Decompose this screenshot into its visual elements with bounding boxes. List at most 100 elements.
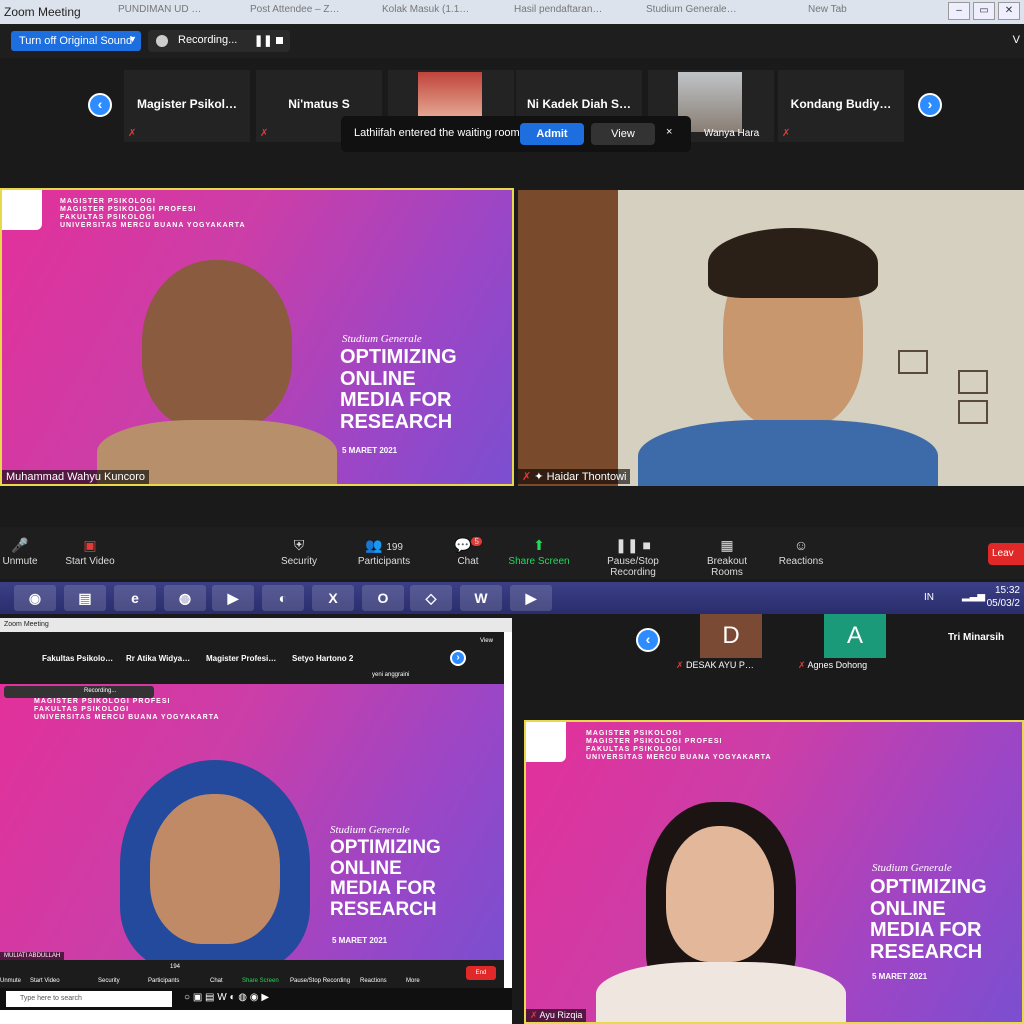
view-button[interactable]: View bbox=[480, 638, 493, 644]
close-icon[interactable]: × bbox=[666, 126, 672, 138]
clock-date: 05/03/2 bbox=[986, 598, 1020, 609]
wall-frame bbox=[898, 350, 928, 374]
mic-muted-icon: ✗ bbox=[128, 128, 137, 139]
waiting-room-notification: Lathiifah entered the waiting room Admit… bbox=[341, 116, 691, 152]
slide-header-line: FAKULTAS PSIKOLOGI bbox=[60, 214, 156, 222]
control-label: Reactions bbox=[778, 556, 824, 567]
windows-taskbar: Type here to search ○ ▣ ▤ W ◐ ◍ ◉ ▶ bbox=[0, 988, 512, 1010]
chat-button[interactable]: 💬 5 Chat bbox=[450, 537, 486, 567]
end-button[interactable]: End bbox=[466, 966, 496, 980]
slide-header-line: MAGISTER PSIKOLOGI PROFESI bbox=[34, 698, 171, 705]
browser-tab[interactable]: Kolak Masuk (1.1… bbox=[382, 4, 492, 20]
browser-tab[interactable]: Hasil pendaftaran… bbox=[514, 4, 624, 20]
admit-button[interactable]: Admit bbox=[520, 123, 584, 145]
recording-button[interactable]: ❚❚ ■ Pause/Stop Recording bbox=[584, 537, 682, 578]
wall-frame bbox=[958, 400, 988, 424]
second-screenshot: Zoom Meeting Fakultas Psikolo… Rr Atika … bbox=[0, 618, 512, 1024]
close-icon[interactable]: ✕ bbox=[998, 2, 1020, 20]
chevron-right-icon[interactable]: › bbox=[918, 93, 942, 117]
leave-button[interactable]: Leav bbox=[988, 543, 1024, 565]
language-indicator[interactable]: IN bbox=[924, 592, 934, 603]
clock[interactable]: 15:32 05/03/2 bbox=[987, 584, 1020, 610]
control-label: Unmute bbox=[2, 556, 38, 567]
start-video-button[interactable]: Start Video bbox=[30, 978, 60, 984]
share-screen-button[interactable]: Share Screen bbox=[242, 978, 279, 984]
slide-header: MAGISTER PSIKOLOGI MAGISTER PSIKOLOGI PR… bbox=[60, 198, 246, 230]
slide-date: 5 MARET 2021 bbox=[332, 936, 388, 945]
photos-icon[interactable]: ◇ bbox=[410, 585, 452, 611]
ie-icon[interactable]: e bbox=[114, 585, 156, 611]
mic-muted-icon: ✗ bbox=[676, 660, 687, 670]
reactions-button[interactable]: ☺ Reactions bbox=[776, 537, 826, 567]
chevron-right-icon[interactable]: › bbox=[450, 650, 466, 666]
clock-time: 15:32 bbox=[994, 585, 1020, 596]
share-screen-button[interactable]: ⬆ Share Screen bbox=[506, 537, 572, 567]
browser-tab[interactable]: PUNDIMAN UD … bbox=[118, 4, 228, 20]
pause-icon[interactable]: ❚❚ bbox=[254, 34, 272, 47]
participant-name: yeni anggraini bbox=[372, 672, 410, 678]
participants-button[interactable]: 👥 199 Participants bbox=[354, 537, 414, 567]
slide-title-line: RESEARCH bbox=[870, 940, 983, 963]
browser-tab[interactable]: Studium Generale… bbox=[646, 4, 756, 20]
maximize-icon[interactable]: ▭ bbox=[973, 2, 995, 20]
chat-button[interactable]: Chat bbox=[210, 978, 223, 984]
reactions-button[interactable]: Reactions bbox=[360, 978, 387, 984]
slide-title-line: ONLINE bbox=[330, 857, 402, 879]
chat-badge: 5 bbox=[471, 537, 482, 547]
share-screen-icon: ⬆ bbox=[533, 537, 545, 553]
recording-button[interactable]: Pause/Stop Recording bbox=[290, 978, 350, 984]
firefox-icon[interactable]: ◍ bbox=[164, 585, 206, 611]
original-sound-button[interactable]: Turn off Original Sound ▼ bbox=[11, 31, 141, 51]
chevron-left-icon[interactable]: ‹ bbox=[636, 628, 660, 652]
media-player-icon[interactable]: ▶ bbox=[212, 585, 254, 611]
minimize-icon[interactable]: – bbox=[948, 2, 970, 20]
excel-icon[interactable]: X bbox=[312, 585, 354, 611]
slide-header-line: FAKULTAS PSIKOLOGI bbox=[34, 706, 130, 714]
recording-label: Recording... bbox=[84, 688, 117, 694]
slide-header-line: MAGISTER PSIKOLOGI bbox=[60, 198, 156, 205]
chevron-down-icon[interactable]: ▼ bbox=[128, 34, 137, 44]
participant-tile: Magister Psikol… ✗ bbox=[124, 70, 250, 142]
participant-avatar: D bbox=[700, 614, 762, 658]
taskbar-apps-icon[interactable]: ○ ▣ ▤ W ◐ ◍ ◉ ▶ bbox=[184, 992, 269, 1003]
speaker-name: Haidar Thontowi bbox=[546, 471, 627, 483]
mic-muted-icon: ✗ bbox=[522, 471, 532, 483]
browser-tab[interactable]: Post Attendee – Z… bbox=[250, 4, 360, 20]
signal-icon[interactable]: ▂▃▅ bbox=[962, 591, 985, 602]
participant-name: Rr Atika Widya… bbox=[126, 654, 191, 663]
participant-strip: ‹ D ✗ DESAK AYU P… A ✗ Agnes Dohong Tri … bbox=[520, 614, 1024, 676]
file-explorer-icon[interactable]: ▤ bbox=[64, 585, 106, 611]
speaker-face bbox=[142, 260, 292, 430]
windows-taskbar: ◉ ▤ e ◍ ▶ ◐ X O ◇ W ▶ IN ▂▃▅ 15:32 05/03… bbox=[0, 582, 1024, 614]
participants-count: 194 bbox=[170, 964, 181, 970]
security-button[interactable]: Security bbox=[98, 978, 120, 984]
slide-header-line: MAGISTER PSIKOLOGI PROFESI bbox=[60, 206, 197, 214]
slide-title-line: OPTIMIZING bbox=[870, 876, 987, 898]
participant-name: Kondang Budiy… bbox=[790, 97, 892, 111]
participants-button[interactable]: Participants bbox=[148, 978, 179, 984]
unmute-button[interactable]: Unmute bbox=[0, 978, 21, 984]
zoom-icon[interactable]: ▶ bbox=[510, 585, 552, 611]
start-video-button[interactable]: ▣ Start Video bbox=[60, 537, 120, 567]
browser-tab[interactable]: New Tab bbox=[808, 4, 868, 20]
speaker-name-label: MULIATI ABDULLAH bbox=[0, 952, 65, 960]
unmute-button[interactable]: 🎤 Unmute bbox=[0, 537, 40, 567]
chrome-icon[interactable]: ◉ bbox=[14, 585, 56, 611]
speaker-face bbox=[150, 794, 280, 944]
breakout-rooms-button[interactable]: ▦ Breakout Rooms bbox=[690, 537, 764, 578]
security-button[interactable]: ⛨ Security bbox=[274, 537, 324, 567]
stop-icon[interactable] bbox=[276, 37, 283, 44]
edge-icon[interactable]: ◐ bbox=[262, 585, 304, 611]
video-off-icon: ▣ bbox=[83, 537, 97, 553]
more-button[interactable]: More bbox=[406, 978, 420, 984]
opera-icon[interactable]: O bbox=[362, 585, 404, 611]
door-background bbox=[518, 190, 618, 486]
breakout-rooms-icon: ▦ bbox=[720, 537, 734, 553]
chevron-left-icon[interactable]: ‹ bbox=[88, 93, 112, 117]
word-icon[interactable]: W bbox=[460, 585, 502, 611]
view-button[interactable]: V bbox=[1013, 34, 1020, 46]
slide-title-line: MEDIA FOR bbox=[340, 389, 452, 412]
view-button[interactable]: View bbox=[591, 123, 655, 145]
search-input[interactable]: Type here to search bbox=[6, 991, 172, 1007]
participant-name-text: Agnes Dohong bbox=[807, 660, 868, 670]
